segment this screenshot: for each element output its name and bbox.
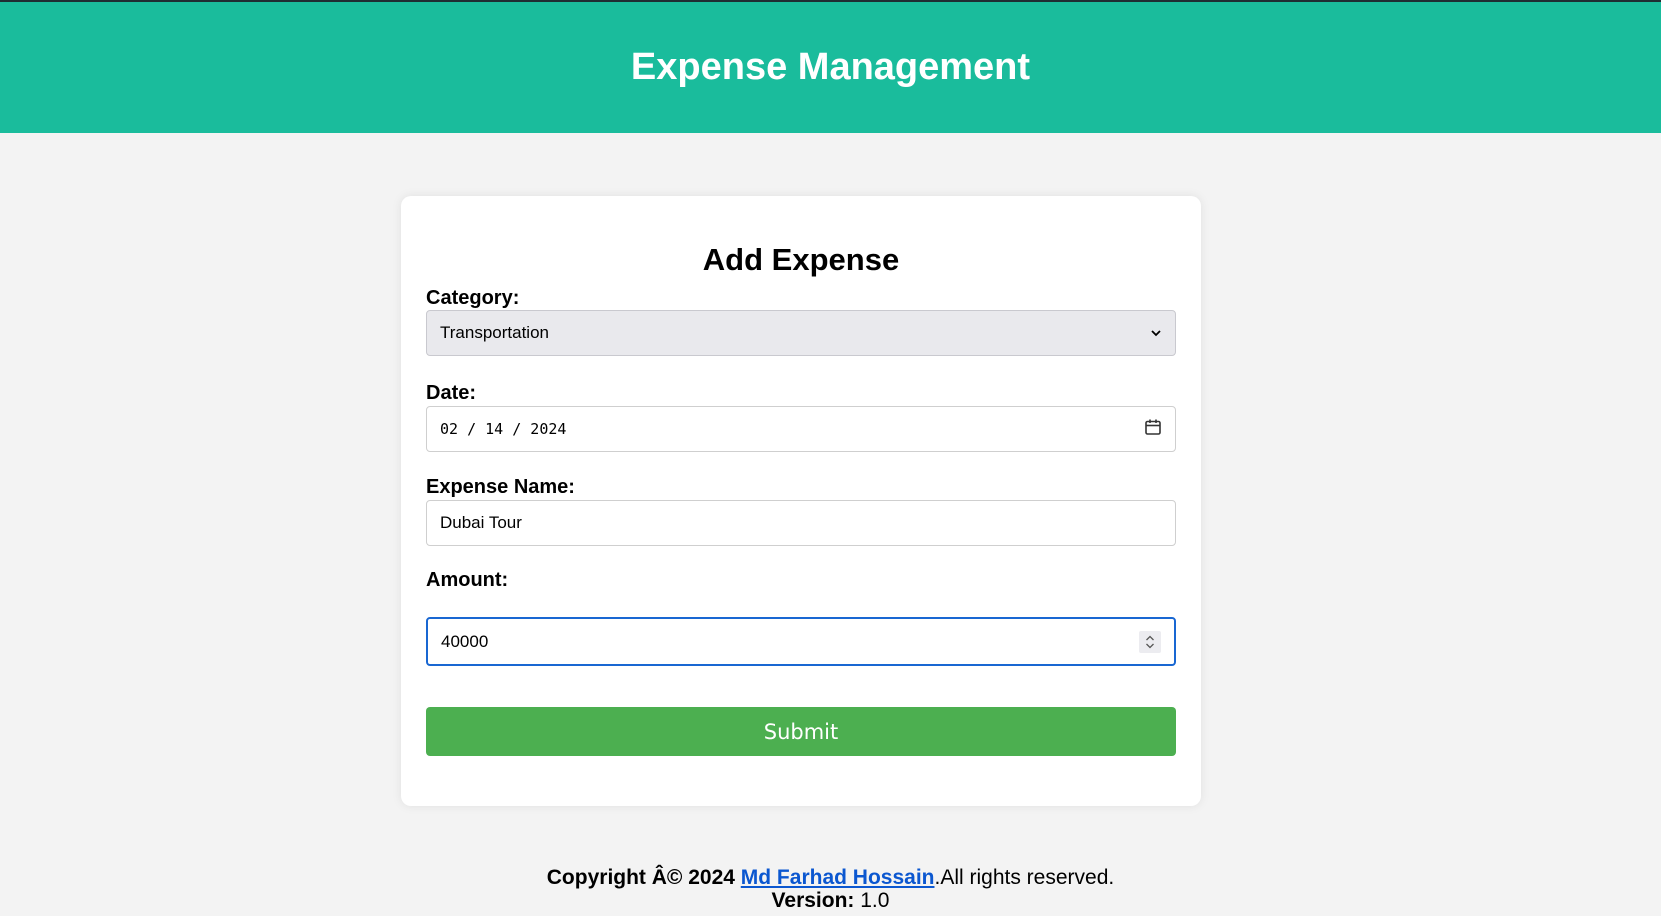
expense-name-label: Expense Name: (426, 476, 575, 498)
version-value: 1.0 (854, 889, 890, 912)
page-header: Expense Management (0, 2, 1661, 133)
amount-label: Amount: (426, 569, 509, 591)
category-value: Transportation (440, 323, 549, 342)
copyright-prefix: Copyright Â© 2024 (546, 866, 741, 889)
copyright-line: Copyright Â© 2024 Md Farhad Hossain.All … (0, 866, 1661, 889)
rights-text: .All rights reserved. (934, 866, 1115, 889)
date-input[interactable]: 02 / 14 / 2024 (426, 406, 1176, 452)
author-link[interactable]: Md Farhad Hossain (741, 866, 935, 889)
category-select[interactable]: Transportation (426, 310, 1176, 356)
amount-value: 40000 (441, 631, 489, 651)
date-label: Date: (426, 382, 477, 404)
version-label: Version: (771, 889, 855, 912)
chevron-down-icon (1150, 327, 1162, 339)
spinner-arrows-icon[interactable] (1139, 630, 1161, 653)
form-title: Add Expense (702, 242, 900, 277)
page-title: Expense Management (630, 46, 1031, 88)
amount-input[interactable]: 40000 (426, 617, 1176, 666)
version-line: Version: 1.0 (0, 889, 1661, 912)
add-expense-form: Add Expense Category: Transportation Dat… (401, 196, 1201, 806)
page-footer: Copyright Â© 2024 Md Farhad Hossain.All … (0, 866, 1661, 912)
category-label: Category: (426, 287, 520, 309)
expense-name-value: Dubai Tour (440, 513, 522, 532)
calendar-icon[interactable] (1144, 418, 1162, 441)
date-value: 02 / 14 / 2024 (440, 420, 567, 438)
submit-button[interactable]: Submit (426, 707, 1176, 756)
expense-name-input[interactable]: Dubai Tour (426, 500, 1176, 546)
